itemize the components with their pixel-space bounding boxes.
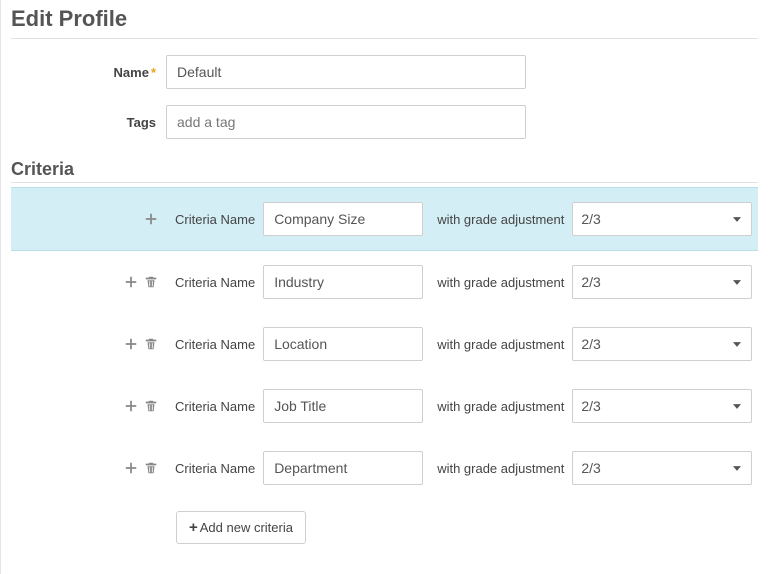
row-icons xyxy=(17,398,167,414)
add-icon[interactable] xyxy=(123,398,139,414)
criteria-divider xyxy=(11,182,758,183)
grade-adjustment-label: with grade adjustment xyxy=(437,461,564,476)
criteria-section-title: Criteria xyxy=(11,159,758,180)
criteria-name-field[interactable] xyxy=(263,327,423,361)
page-title: Edit Profile xyxy=(11,6,758,36)
add-icon[interactable] xyxy=(123,460,139,476)
criteria-name-label: Criteria Name xyxy=(175,212,255,227)
row-icons xyxy=(17,336,167,352)
name-row: Name xyxy=(11,55,758,89)
plus-icon: + xyxy=(189,520,198,535)
grade-adjustment-select[interactable]: 2/3 xyxy=(572,202,752,236)
grade-adjustment-label: with grade adjustment xyxy=(437,399,564,414)
criteria-row: Criteria Name with grade adjustment 2/3 xyxy=(11,251,758,313)
grade-adjustment-select[interactable]: 2/3 xyxy=(572,451,752,485)
criteria-name-field[interactable] xyxy=(263,202,423,236)
row-icons xyxy=(17,460,167,476)
delete-icon[interactable] xyxy=(143,460,159,476)
grade-adjustment-label: with grade adjustment xyxy=(437,337,564,352)
delete-icon[interactable] xyxy=(143,274,159,290)
criteria-row: Criteria Name with grade adjustment 2/3 xyxy=(11,187,758,251)
delete-icon[interactable] xyxy=(143,336,159,352)
criteria-name-field[interactable] xyxy=(263,451,423,485)
criteria-name-label: Criteria Name xyxy=(175,275,255,290)
criteria-row: Criteria Name with grade adjustment 2/3 xyxy=(11,313,758,375)
name-field[interactable] xyxy=(166,55,526,89)
criteria-name-label: Criteria Name xyxy=(175,337,255,352)
row-icons xyxy=(17,274,167,290)
name-label: Name xyxy=(11,65,166,80)
criteria-name-label: Criteria Name xyxy=(175,461,255,476)
delete-icon[interactable] xyxy=(143,398,159,414)
grade-adjustment-select[interactable]: 2/3 xyxy=(572,389,752,423)
grade-adjustment-select[interactable]: 2/3 xyxy=(572,327,752,361)
grade-adjustment-select[interactable]: 2/3 xyxy=(572,265,752,299)
criteria-name-field[interactable] xyxy=(263,389,423,423)
criteria-row: Criteria Name with grade adjustment 2/3 xyxy=(11,437,758,499)
title-divider xyxy=(11,38,758,39)
criteria-name-label: Criteria Name xyxy=(175,399,255,414)
tags-field[interactable] xyxy=(166,105,526,139)
criteria-list: Criteria Namewith grade adjustment2/3Cri… xyxy=(11,187,758,499)
grade-adjustment-label: with grade adjustment xyxy=(437,212,564,227)
add-icon[interactable] xyxy=(143,211,159,227)
grade-adjustment-label: with grade adjustment xyxy=(437,275,564,290)
add-icon[interactable] xyxy=(123,274,139,290)
add-criteria-label: Add new criteria xyxy=(200,520,293,535)
add-criteria-button[interactable]: +Add new criteria xyxy=(176,511,306,544)
add-icon[interactable] xyxy=(123,336,139,352)
tags-row: Tags xyxy=(11,105,758,139)
criteria-row: Criteria Name with grade adjustment 2/3 xyxy=(11,375,758,437)
row-icons xyxy=(17,211,167,227)
tags-label: Tags xyxy=(11,115,166,130)
criteria-name-field[interactable] xyxy=(263,265,423,299)
